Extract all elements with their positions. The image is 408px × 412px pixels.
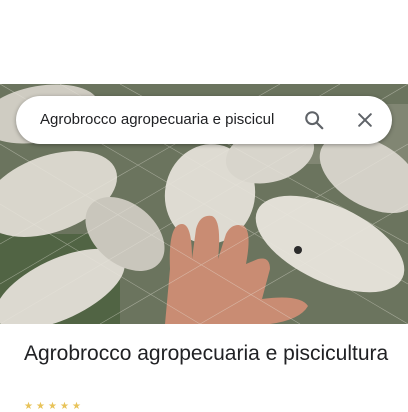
star-icon: ★: [24, 401, 33, 412]
place-title: Agrobrocco agropecuaria e piscicultura: [24, 342, 389, 365]
close-icon: [358, 113, 372, 127]
search-input[interactable]: Agrobrocco agropecuaria e piscicul: [40, 96, 290, 144]
star-icon: ★: [72, 401, 81, 412]
star-icon: ★: [36, 401, 45, 412]
close-button[interactable]: [349, 104, 381, 136]
star-icon: ★: [60, 401, 69, 412]
rating-stars: ★ ★ ★ ★ ★: [24, 402, 82, 412]
search-bar[interactable]: Agrobrocco agropecuaria e piscicul: [16, 96, 392, 144]
top-blank-area: [0, 0, 408, 84]
search-icon: [305, 111, 324, 130]
search-button[interactable]: [298, 104, 330, 136]
star-icon: ★: [48, 401, 57, 412]
